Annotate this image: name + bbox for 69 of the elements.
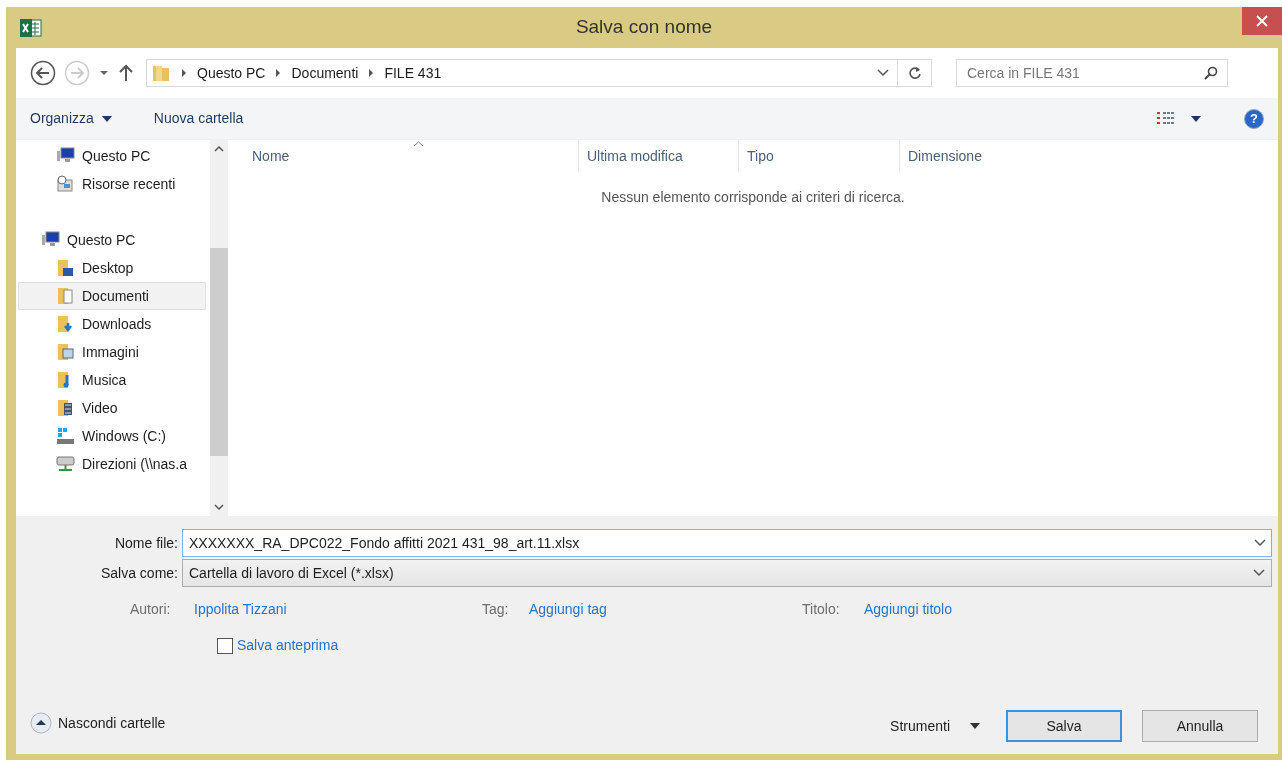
- folder-icon: [151, 63, 171, 83]
- column-header[interactable]: Dimensione: [899, 140, 1009, 172]
- sidebar-item[interactable]: Immagini: [18, 338, 206, 366]
- up-arrow-icon[interactable]: [118, 64, 134, 82]
- save-button[interactable]: Salva: [1006, 710, 1122, 742]
- sidebar-item[interactable]: Questo PC: [18, 142, 206, 170]
- chevron-down-icon[interactable]: [1254, 539, 1266, 547]
- column-header[interactable]: Tipo: [738, 140, 899, 172]
- tools-menu-button[interactable]: Strumenti: [890, 715, 980, 737]
- drive-icon: [56, 427, 76, 445]
- dropdown-arrow-icon: [970, 723, 980, 729]
- address-bar[interactable]: Questo PC Documenti FILE 431: [146, 59, 932, 87]
- property-label: Autori:: [130, 600, 171, 619]
- spreadsheet-app-icon: [20, 19, 42, 37]
- chevron-down-icon[interactable]: [877, 69, 889, 77]
- back-icon[interactable]: [30, 60, 56, 86]
- chevron-down-icon[interactable]: [1253, 569, 1265, 577]
- new-folder-button[interactable]: Nuova cartella: [153, 108, 244, 129]
- sidebar-item[interactable]: Desktop: [18, 254, 206, 282]
- collapse-icon[interactable]: [30, 712, 52, 734]
- refresh-icon[interactable]: [907, 66, 922, 80]
- folder-icon: [56, 287, 76, 305]
- property-value-link[interactable]: Aggiungi titolo: [864, 599, 952, 620]
- help-button[interactable]: ?: [1244, 108, 1264, 129]
- organize-menu-button[interactable]: Organizza: [30, 108, 112, 129]
- checkbox-label[interactable]: Salva anteprima: [237, 635, 339, 656]
- search-icon: [1204, 66, 1218, 80]
- search-field[interactable]: Cerca in FILE 431: [956, 59, 1228, 87]
- sidebar-item[interactable]: Video: [18, 394, 206, 422]
- property-value-link[interactable]: Ippolita Tizzani: [194, 599, 287, 620]
- property-label: Tag:: [482, 600, 509, 619]
- folder-icon: [56, 259, 76, 277]
- computer-icon: [56, 147, 76, 165]
- breadcrumb-item[interactable]: FILE 431: [384, 62, 442, 84]
- scrollbar-thumb[interactable]: [210, 248, 228, 456]
- breadcrumb-item[interactable]: Documenti: [291, 62, 359, 84]
- file-name-field[interactable]: XXXXXXX_RA_DPC022_Fondo affitti 2021 431_98_art.11.xlsx: [182, 529, 1272, 557]
- property-label: Titolo:: [802, 600, 840, 619]
- dropdown-arrow-icon[interactable]: [1190, 114, 1202, 123]
- close-button[interactable]: [1242, 7, 1282, 35]
- field-label: Salva come:: [99, 563, 179, 583]
- field-label: Nome file:: [113, 533, 179, 553]
- view-options-icon[interactable]: [1156, 110, 1176, 127]
- breadcrumb-item[interactable]: Questo PC: [197, 62, 266, 84]
- close-icon: [1256, 15, 1268, 27]
- sidebar-item[interactable]: Questo PC: [18, 226, 206, 254]
- sidebar-item[interactable]: Downloads: [18, 310, 206, 338]
- recent-places-icon: [56, 175, 76, 193]
- column-header[interactable]: Ultima modifica: [578, 140, 738, 172]
- computer-icon: [41, 231, 61, 249]
- property-value-link[interactable]: Aggiungi tag: [529, 599, 607, 620]
- network-drive-icon: [56, 455, 76, 473]
- scroll-up-icon[interactable]: [214, 146, 224, 152]
- column-header[interactable]: Nome: [228, 140, 578, 172]
- window-title: Salva con nome: [574, 15, 714, 40]
- folder-icon: [56, 343, 76, 361]
- sidebar-item[interactable]: Risorse recenti: [18, 170, 206, 198]
- checkbox[interactable]: [217, 637, 233, 654]
- dropdown-arrow-icon: [101, 115, 112, 122]
- cancel-button[interactable]: Annulla: [1142, 710, 1258, 742]
- empty-folder-message: Nessun elemento corrisponde ai criteri di ricerca.: [600, 188, 906, 207]
- sidebar-item[interactable]: Musica: [18, 366, 206, 394]
- scroll-down-icon[interactable]: [214, 504, 224, 510]
- sidebar-item[interactable]: Documenti: [18, 282, 206, 310]
- dropdown-arrow-icon[interactable]: [98, 69, 110, 77]
- hide-folders-link[interactable]: Nascondi cartelle: [58, 712, 166, 734]
- sidebar-item[interactable]: Direzioni (\\nas.a: [18, 450, 206, 478]
- sidebar-item[interactable]: Windows (C:): [18, 422, 206, 450]
- file-type-dropdown[interactable]: Cartella di lavoro di Excel (*.xlsx): [182, 559, 1272, 587]
